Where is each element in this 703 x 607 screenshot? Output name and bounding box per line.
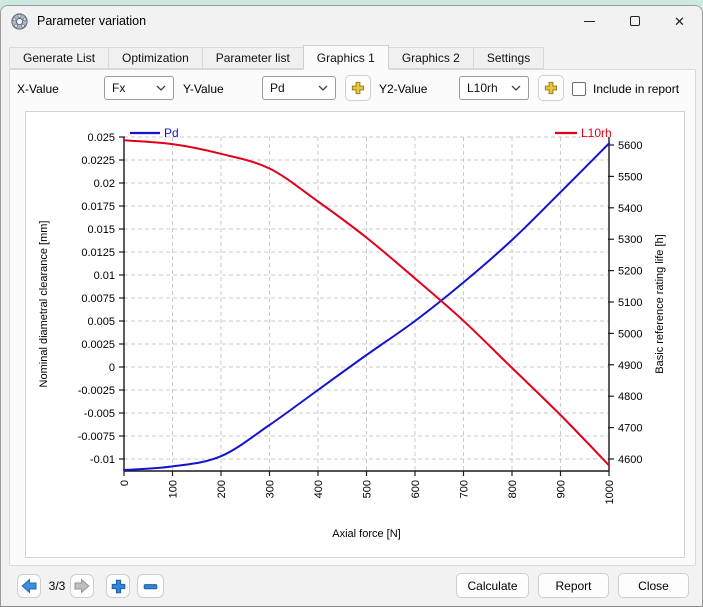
svg-text:5300: 5300 [618,234,642,246]
x-value-label: X-Value [17,82,59,96]
next-page-button[interactable] [70,574,94,598]
minimize-button[interactable] [567,6,612,36]
svg-text:0.005: 0.005 [87,316,115,328]
svg-text:Axial force [N]: Axial force [N] [332,528,400,540]
svg-text:5500: 5500 [618,171,642,183]
svg-text:0.02: 0.02 [94,178,115,190]
close-icon: ✕ [674,13,685,29]
remove-chart-button[interactable] [137,574,164,598]
add-chart-button[interactable] [106,574,130,598]
svg-text:0.0225: 0.0225 [81,155,115,167]
chevron-down-icon [511,85,521,91]
tab-optimization[interactable]: Optimization [108,47,203,69]
y2-value-select[interactable]: L10rh [459,76,529,100]
report-button[interactable]: Report [538,573,609,598]
previous-page-button[interactable] [17,574,41,598]
close-button[interactable]: ✕ [657,6,702,36]
bearing-app-icon [11,12,28,30]
svg-text:L10rh: L10rh [581,126,612,140]
svg-text:-0.0075: -0.0075 [78,431,115,443]
tab-generate-list[interactable]: Generate List [9,47,110,69]
arrow-left-icon [21,578,37,594]
y2-value-selected: L10rh [467,81,498,95]
tab-graphics-2[interactable]: Graphics 2 [387,47,474,69]
tab-graphics-1[interactable]: Graphics 1 [302,45,389,70]
svg-text:1000: 1000 [604,480,616,504]
tab-parameter-list[interactable]: Parameter list [201,47,304,69]
arrow-right-icon [74,578,90,594]
svg-text:700: 700 [459,480,471,498]
svg-text:Nominal diametral clearance [m: Nominal diametral clearance [mm] [38,221,50,388]
svg-text:5200: 5200 [618,266,642,278]
svg-text:0.0025: 0.0025 [81,339,115,351]
y-value-selected: Pd [270,81,285,95]
add-y2-curve-button[interactable] [538,75,564,101]
maximize-icon [629,16,640,26]
svg-text:Pd: Pd [164,126,179,140]
svg-text:-0.01: -0.01 [90,454,115,466]
minimize-icon [584,20,595,22]
page-indicator: 3/3 [48,579,66,593]
svg-text:-0.0025: -0.0025 [78,385,115,397]
add-y-curve-button[interactable] [345,75,371,101]
close-dialog-button[interactable]: Close [618,573,689,598]
y2-value-label: Y2-Value [379,82,428,96]
svg-text:0.015: 0.015 [87,224,115,236]
svg-text:5600: 5600 [618,140,642,152]
svg-text:400: 400 [313,480,325,498]
svg-text:5000: 5000 [618,328,642,340]
tab-settings[interactable]: Settings [472,47,545,69]
svg-text:100: 100 [168,480,180,498]
tab-bar: Generate List Optimization Parameter list G… [9,44,545,70]
svg-text:5100: 5100 [618,297,642,309]
chevron-down-icon [318,85,328,91]
svg-text:0.01: 0.01 [94,270,115,282]
x-value-select[interactable]: Fx [104,76,174,100]
y-value-label: Y-Value [183,82,224,96]
svg-text:5400: 5400 [618,203,642,215]
svg-text:0.0125: 0.0125 [81,247,115,259]
minus-icon [143,583,158,589]
x-value-selected: Fx [112,81,126,95]
include-in-report-checkbox[interactable] [572,82,586,96]
plus-icon [111,579,125,593]
svg-text:Basic reference rating life [h: Basic reference rating life [h] [654,234,666,373]
svg-text:0.0175: 0.0175 [81,201,115,213]
chart-panel: 0.025 0.0225 0.02 0.0175 0.015 0.0125 0.01 0.00… [25,111,685,558]
parameter-variation-dialog: Parameter variation ✕ Generate List Optim… [0,5,703,607]
svg-text:300: 300 [265,480,277,498]
plus-icon [351,81,365,95]
svg-text:600: 600 [410,480,422,498]
svg-text:0: 0 [119,480,131,486]
window-controls: ✕ [567,6,702,36]
svg-text:0.0075: 0.0075 [81,293,115,305]
svg-text:-0.005: -0.005 [84,408,115,420]
svg-text:500: 500 [362,480,374,498]
parameter-variation-chart: 0.025 0.0225 0.02 0.0175 0.015 0.0125 0.01 0.00… [38,126,666,540]
svg-text:4600: 4600 [618,454,642,466]
svg-text:4700: 4700 [618,423,642,435]
svg-text:0: 0 [109,362,115,374]
svg-text:4800: 4800 [618,391,642,403]
titlebar: Parameter variation ✕ [1,6,702,36]
svg-text:800: 800 [507,480,519,498]
maximize-button[interactable] [612,6,657,36]
svg-text:4900: 4900 [618,360,642,372]
svg-text:900: 900 [556,480,568,498]
chevron-down-icon [156,85,166,91]
calculate-button[interactable]: Calculate [456,573,529,598]
svg-text:0.025: 0.025 [87,132,115,144]
plus-icon [544,81,558,95]
svg-text:200: 200 [216,480,228,498]
y-value-select[interactable]: Pd [262,76,336,100]
include-in-report-label[interactable]: Include in report [593,81,679,97]
window-title: Parameter variation [37,14,147,28]
